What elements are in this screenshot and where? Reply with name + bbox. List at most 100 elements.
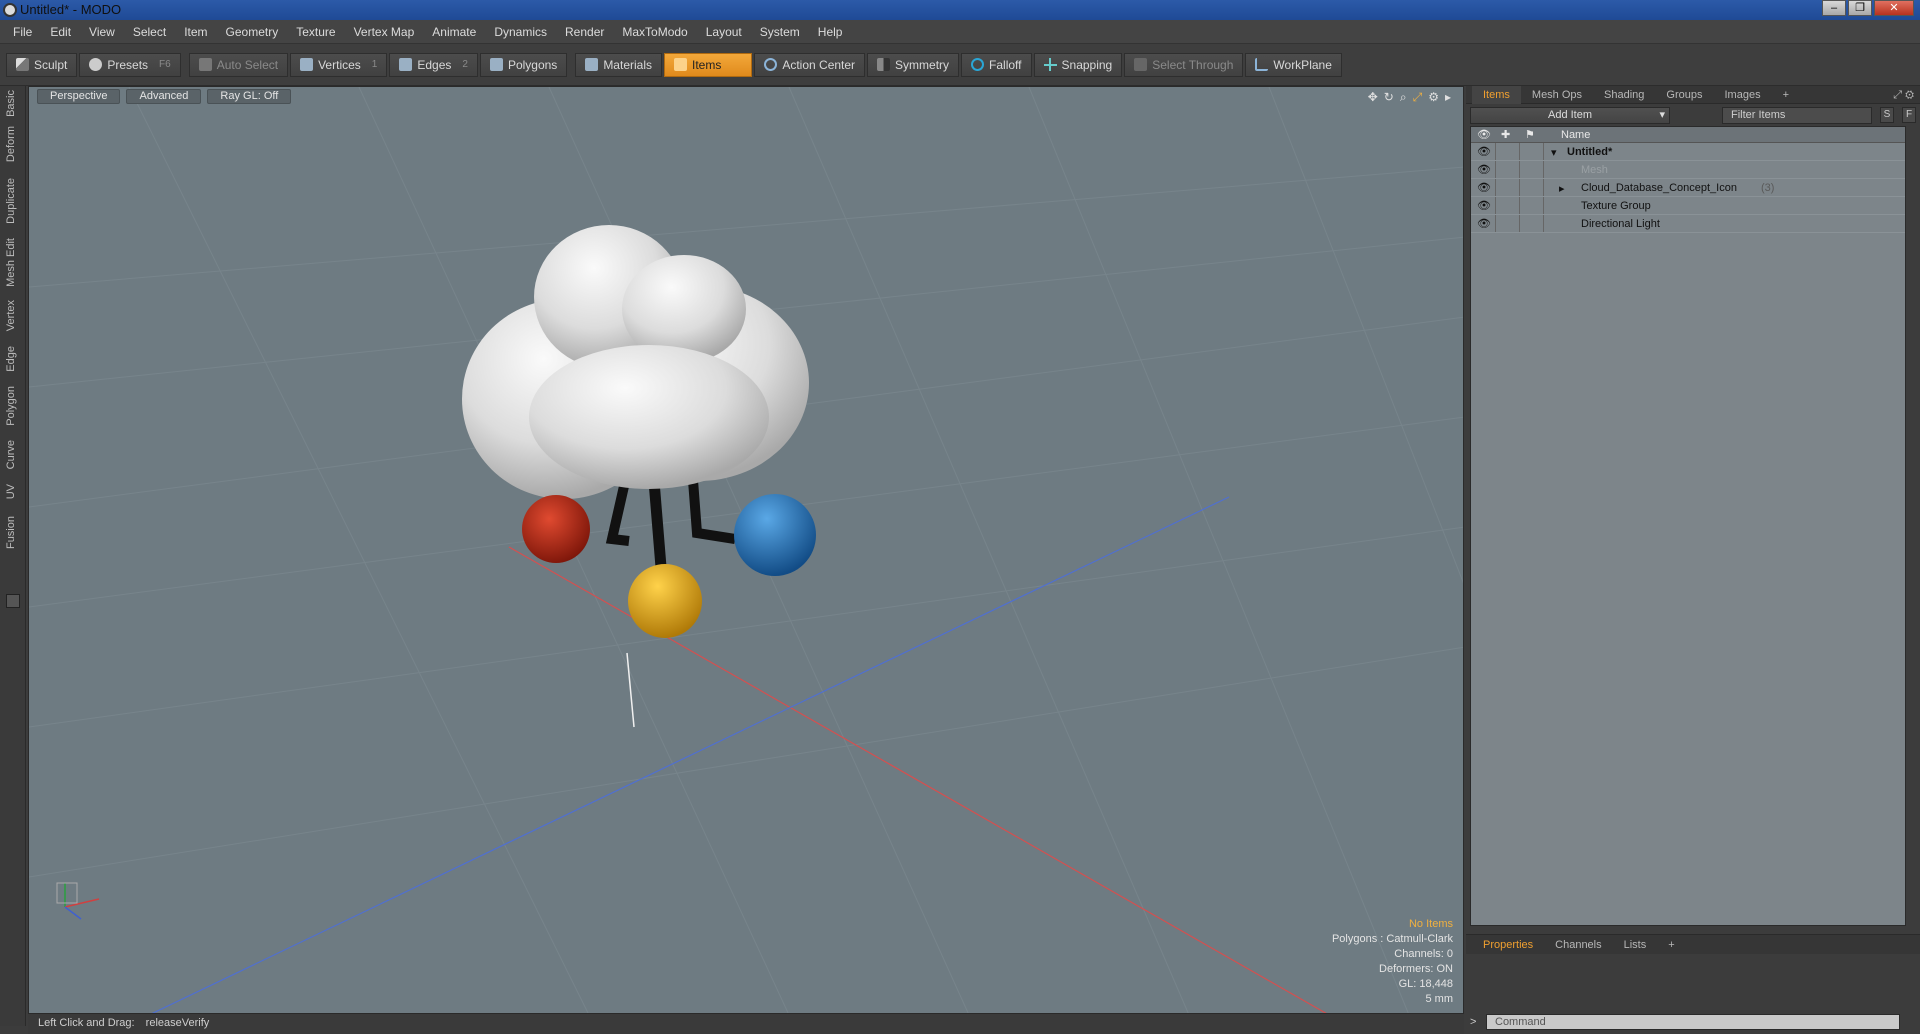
3d-viewport[interactable]: Perspective Advanced Ray GL: Off ✥ ↻ ⌕ ⤢… xyxy=(28,86,1464,1014)
left-tool-tabs: Basic Deform Duplicate Mesh Edit Vertex … xyxy=(0,86,26,1026)
action-center-button[interactable]: Action Center xyxy=(754,52,866,77)
tab-mesh-ops[interactable]: Mesh Ops xyxy=(1521,86,1593,104)
snapping-button[interactable]: Snapping xyxy=(1033,52,1123,77)
select-through-button[interactable]: Select Through xyxy=(1124,52,1244,77)
axis-gizmo xyxy=(56,882,100,920)
left-tab-duplicate[interactable]: Duplicate xyxy=(5,178,17,224)
auto-select-icon xyxy=(198,58,212,71)
left-tab-mesh-edit[interactable]: Mesh Edit xyxy=(5,238,17,287)
menu-maxtomodo[interactable]: MaxToModo xyxy=(613,25,696,39)
item-tree: 👁 ✚ ⚑ Name 👁 ▾ Untitled* 👁 Mesh 👁 ▸ Clou… xyxy=(1470,126,1906,926)
fit-icon[interactable]: ⤢ xyxy=(1413,90,1423,105)
raygl-dropdown[interactable]: Ray GL: Off xyxy=(207,89,292,104)
expand-arrow-icon[interactable]: ▾ xyxy=(1551,146,1557,159)
left-tab-basic[interactable]: Basic xyxy=(5,90,17,117)
menu-system[interactable]: System xyxy=(751,25,809,39)
tree-row-texture-group[interactable]: 👁 Texture Group xyxy=(1471,197,1905,215)
symmetry-button[interactable]: Symmetry xyxy=(867,52,960,77)
workplane-button[interactable]: WorkPlane xyxy=(1245,52,1342,77)
polygons-button[interactable]: Polygons xyxy=(479,52,568,77)
add-item-button[interactable]: Add Item ▾ xyxy=(1470,106,1670,124)
menu-view[interactable]: View xyxy=(80,25,124,39)
eye-icon[interactable]: 👁 xyxy=(1477,145,1491,158)
menu-layout[interactable]: Layout xyxy=(697,25,751,39)
menu-animate[interactable]: Animate xyxy=(423,25,485,39)
s-filter-button[interactable]: S xyxy=(1880,107,1894,123)
close-button[interactable]: ✕ xyxy=(1874,0,1914,16)
add-tab-icon[interactable]: + xyxy=(1772,86,1800,104)
viewport-settings-icon[interactable]: ⚙ xyxy=(1428,90,1439,105)
tab-lists[interactable]: Lists xyxy=(1613,939,1658,951)
menu-geometry[interactable]: Geometry xyxy=(217,25,288,39)
status-hint: Left Click and Drag: xyxy=(38,1017,135,1029)
zoom-icon[interactable]: ⌕ xyxy=(1400,90,1407,105)
sculpt-button[interactable]: Sculpt xyxy=(6,52,78,77)
menu-render[interactable]: Render xyxy=(556,25,613,39)
visibility-column-icon[interactable]: 👁 xyxy=(1477,128,1491,141)
view-mode-dropdown[interactable]: Perspective xyxy=(37,89,121,104)
menu-texture[interactable]: Texture xyxy=(287,25,344,39)
tab-groups[interactable]: Groups xyxy=(1655,86,1713,104)
presets-button[interactable]: Presets F6 xyxy=(79,52,181,77)
vertices-button[interactable]: Vertices 1 xyxy=(290,52,388,77)
lock-column-icon[interactable]: ✚ xyxy=(1501,128,1510,141)
polygons-info: Polygons : Catmull-Clark xyxy=(1331,933,1453,945)
add-tab-icon[interactable]: + xyxy=(1657,939,1685,951)
menu-dynamics[interactable]: Dynamics xyxy=(485,25,556,39)
chevron-down-icon: ▾ xyxy=(1659,108,1665,121)
items-button[interactable]: Items xyxy=(664,52,753,77)
left-tab-edge[interactable]: Edge xyxy=(5,346,17,372)
tab-shading[interactable]: Shading xyxy=(1593,86,1655,104)
menu-edit[interactable]: Edit xyxy=(41,25,80,39)
falloff-button[interactable]: Falloff xyxy=(961,52,1032,77)
left-tab-deform[interactable]: Deform xyxy=(5,126,17,162)
tree-row-scene[interactable]: 👁 ▾ Untitled* xyxy=(1471,143,1905,161)
left-tab-polygon[interactable]: Polygon xyxy=(5,386,17,426)
menu-vertex-map[interactable]: Vertex Map xyxy=(345,25,424,39)
eye-icon[interactable]: 👁 xyxy=(1477,217,1491,230)
filter-items-input[interactable]: Filter Items xyxy=(1722,106,1872,124)
select-through-icon xyxy=(1134,58,1148,71)
panel-expand-icon[interactable]: ⤢ ⚙ xyxy=(1887,86,1920,104)
f-filter-button[interactable]: F xyxy=(1902,107,1916,123)
vertices-icon xyxy=(300,58,314,71)
yellow-sphere[interactable] xyxy=(628,564,702,638)
red-sphere[interactable] xyxy=(522,495,590,563)
brush-icon xyxy=(16,58,29,71)
left-tab-curve[interactable]: Curve xyxy=(5,440,17,469)
left-tab-uv[interactable]: UV xyxy=(5,484,17,499)
tab-channels[interactable]: Channels xyxy=(1544,939,1612,951)
blue-sphere[interactable] xyxy=(734,494,816,576)
left-tab-vertex[interactable]: Vertex xyxy=(5,300,17,331)
render-column-icon[interactable]: ⚑ xyxy=(1525,128,1535,141)
tab-items[interactable]: Items xyxy=(1472,85,1521,104)
viewport-expand-icon[interactable]: ▸ xyxy=(1445,90,1451,105)
left-tab-fusion[interactable]: Fusion xyxy=(5,516,17,549)
eye-icon[interactable]: 👁 xyxy=(1477,199,1491,212)
minimize-button[interactable]: – xyxy=(1822,0,1846,16)
shading-mode-dropdown[interactable]: Advanced xyxy=(126,89,202,104)
left-tab-toggle[interactable] xyxy=(6,594,20,608)
menu-select[interactable]: Select xyxy=(124,25,175,39)
tree-row-mesh[interactable]: 👁 Mesh xyxy=(1471,161,1905,179)
properties-tabs: Properties Channels Lists + xyxy=(1466,934,1920,954)
tree-row-directional-light[interactable]: 👁 Directional Light xyxy=(1471,215,1905,233)
expand-arrow-icon[interactable]: ▸ xyxy=(1559,182,1565,195)
scene-label: Untitled* xyxy=(1567,146,1613,158)
maximize-button[interactable]: ❐ xyxy=(1848,0,1872,16)
menu-item[interactable]: Item xyxy=(175,25,216,39)
edges-button[interactable]: Edges 2 xyxy=(389,52,478,77)
tab-images[interactable]: Images xyxy=(1714,86,1772,104)
directional-light-label: Directional Light xyxy=(1581,218,1660,230)
eye-icon[interactable]: 👁 xyxy=(1477,163,1491,176)
eye-icon[interactable]: 👁 xyxy=(1477,181,1491,194)
menu-help[interactable]: Help xyxy=(809,25,852,39)
auto-select-button[interactable]: Auto Select xyxy=(188,52,289,77)
rotate-icon[interactable]: ↻ xyxy=(1384,90,1394,105)
pan-icon[interactable]: ✥ xyxy=(1368,90,1378,105)
command-input[interactable]: Command xyxy=(1486,1014,1900,1030)
tab-properties[interactable]: Properties xyxy=(1472,939,1544,951)
tree-row-cloud-group[interactable]: 👁 ▸ Cloud_Database_Concept_Icon (3) xyxy=(1471,179,1905,197)
materials-button[interactable]: Materials xyxy=(575,52,662,77)
menu-file[interactable]: File xyxy=(4,25,41,39)
